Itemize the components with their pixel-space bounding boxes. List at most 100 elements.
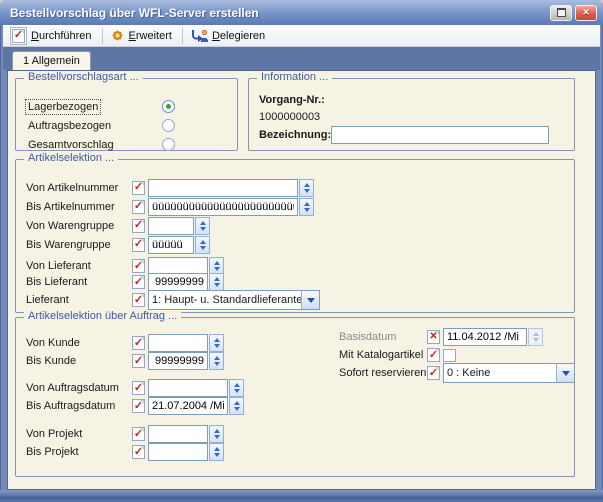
option-row: Lagerbezogen — [16, 97, 237, 116]
delegate-arrow-person-icon — [190, 29, 208, 43]
field-active-check-icon[interactable] — [132, 336, 145, 350]
group-title: Artikelselektion ... — [24, 152, 118, 164]
auftrag-left-column: Von Kunde Bis Kunde Von Auftragsdatum — [26, 334, 244, 461]
bis-lieferant-row: Bis Lieferant — [26, 274, 574, 290]
auftragsbezogen-radio[interactable] — [162, 119, 175, 132]
von-kunde-row: Von Kunde — [26, 334, 244, 352]
sofort-reservieren-label: Sofort reservieren — [339, 367, 427, 379]
group-title: Artikelselektion über Auftrag ... — [24, 310, 181, 322]
von-auftragsdatum-row: Von Auftragsdatum — [26, 379, 244, 397]
von-projekt-input[interactable] — [148, 425, 208, 443]
dialog-window: Bestellvorschlag über WFL-Server erstell… — [0, 0, 603, 502]
chevron-down-icon[interactable] — [556, 364, 574, 382]
vorgang-nr-value: 1000000003 — [259, 108, 574, 125]
gear-icon — [110, 28, 125, 43]
bis-warengruppe-label: Bis Warengruppe — [26, 239, 132, 251]
von-artikelnummer-label: Von Artikelnummer — [26, 182, 132, 194]
von-auftragsdatum-input[interactable] — [148, 379, 228, 397]
group-artikelselektion: Artikelselektion ... Von Artikelnummer B… — [15, 159, 575, 313]
von-lieferant-row: Von Lieferant — [26, 258, 574, 274]
basisdatum-input — [443, 328, 527, 346]
field-active-check-icon[interactable] — [427, 348, 440, 362]
bis-auftragsdatum-input[interactable] — [148, 397, 228, 415]
bis-projekt-row: Bis Projekt — [26, 443, 244, 461]
bis-auftragsdatum-label: Bis Auftragsdatum — [26, 400, 132, 412]
mit-katalogartikel-checkbox[interactable] — [443, 349, 456, 362]
bis-projekt-spinner[interactable] — [209, 443, 224, 461]
gesamtvorschlag-radio[interactable] — [162, 138, 175, 151]
window-controls: ✕ — [550, 5, 597, 21]
group-title: Bestellvorschlagsart ... — [24, 71, 143, 83]
bis-projekt-label: Bis Projekt — [26, 446, 132, 458]
close-button[interactable]: ✕ — [575, 5, 597, 21]
von-artikelnummer-spinner[interactable] — [299, 179, 314, 197]
bis-artikelnummer-input[interactable] — [148, 198, 298, 216]
toolbar-separator — [182, 28, 183, 44]
field-active-check-icon[interactable] — [132, 181, 145, 195]
bis-kunde-row: Bis Kunde — [26, 352, 244, 370]
chevron-down-icon[interactable] — [301, 291, 319, 309]
field-active-check-icon[interactable] — [132, 259, 145, 273]
execute-check-doc-icon — [10, 27, 27, 45]
bis-warengruppe-row: Bis Warengruppe — [26, 235, 574, 254]
bis-projekt-input[interactable] — [148, 443, 208, 461]
field-active-check-icon[interactable] — [132, 354, 145, 368]
lagerbezogen-label: Lagerbezogen — [26, 100, 100, 114]
field-inactive-x-icon[interactable] — [427, 330, 440, 344]
toolbar: Durchführen Erweitert — [3, 25, 600, 47]
tab-allgemein[interactable]: 1 Allgemein — [12, 51, 91, 70]
lieferant-dropdown[interactable]: 1: Haupt- u. Standardlieferanten — [148, 290, 320, 310]
group-information: Information ... Vorgang-Nr.: 1000000003 … — [248, 78, 575, 151]
bis-lieferant-input[interactable] — [148, 273, 208, 291]
bis-warengruppe-spinner[interactable] — [195, 236, 210, 254]
close-icon: ✕ — [582, 8, 590, 17]
durchfuehren-button[interactable]: Durchführen — [7, 26, 98, 46]
von-warengruppe-label: Von Warengruppe — [26, 220, 132, 232]
mit-katalogartikel-label: Mit Katalogartikel — [339, 349, 427, 361]
field-active-check-icon[interactable] — [132, 219, 145, 233]
field-active-check-icon[interactable] — [427, 366, 440, 380]
restore-button[interactable] — [550, 5, 572, 21]
von-warengruppe-spinner[interactable] — [195, 217, 210, 235]
bis-kunde-input[interactable] — [148, 352, 208, 370]
von-warengruppe-input[interactable] — [148, 217, 194, 235]
field-active-check-icon[interactable] — [132, 275, 145, 289]
bis-auftragsdatum-row: Bis Auftragsdatum — [26, 397, 244, 415]
bis-warengruppe-input[interactable] — [148, 236, 194, 254]
lagerbezogen-radio[interactable] — [162, 100, 175, 113]
bis-auftragsdatum-spinner[interactable] — [229, 397, 244, 415]
von-artikelnummer-input[interactable] — [148, 179, 298, 197]
delegieren-button[interactable]: Delegieren — [187, 28, 271, 44]
window-bottom-frame — [0, 490, 603, 502]
field-active-check-icon[interactable] — [132, 445, 145, 459]
von-projekt-spinner[interactable] — [209, 425, 224, 443]
field-active-check-icon[interactable] — [132, 293, 145, 307]
bis-lieferant-spinner[interactable] — [209, 273, 224, 291]
von-auftragsdatum-spinner[interactable] — [229, 379, 244, 397]
restore-icon — [557, 8, 566, 17]
bis-artikelnummer-spinner[interactable] — [299, 198, 314, 216]
bezeichnung-label: Bezeichnung: — [259, 129, 331, 141]
vorgang-nr-label: Vorgang-Nr.: — [259, 91, 574, 108]
content-panel: Bestellvorschlagsart ... Lagerbezogen Au… — [7, 70, 596, 490]
bis-kunde-spinner[interactable] — [209, 352, 224, 370]
gesamtvorschlag-label: Gesamtvorschlag — [26, 138, 116, 152]
von-kunde-label: Von Kunde — [26, 337, 132, 349]
erweitert-button[interactable]: Erweitert — [107, 27, 178, 44]
bezeichnung-input[interactable] — [331, 126, 549, 144]
mit-katalogartikel-row: Mit Katalogartikel — [339, 346, 575, 364]
field-active-check-icon[interactable] — [132, 381, 145, 395]
field-active-check-icon[interactable] — [132, 238, 145, 252]
field-active-check-icon[interactable] — [132, 200, 145, 214]
sofort-reservieren-dropdown[interactable]: 0 : Keine — [443, 363, 575, 383]
option-row: Auftragsbezogen — [16, 116, 237, 135]
von-projekt-label: Von Projekt — [26, 428, 132, 440]
von-kunde-spinner[interactable] — [209, 334, 224, 352]
field-active-check-icon[interactable] — [132, 427, 145, 441]
group-title: Information ... — [257, 71, 332, 83]
von-kunde-input[interactable] — [148, 334, 208, 352]
von-auftragsdatum-label: Von Auftragsdatum — [26, 382, 132, 394]
title-bar: Bestellvorschlag über WFL-Server erstell… — [0, 0, 603, 25]
group-bestellvorschlagsart: Bestellvorschlagsart ... Lagerbezogen Au… — [15, 78, 238, 151]
field-active-check-icon[interactable] — [132, 399, 145, 413]
